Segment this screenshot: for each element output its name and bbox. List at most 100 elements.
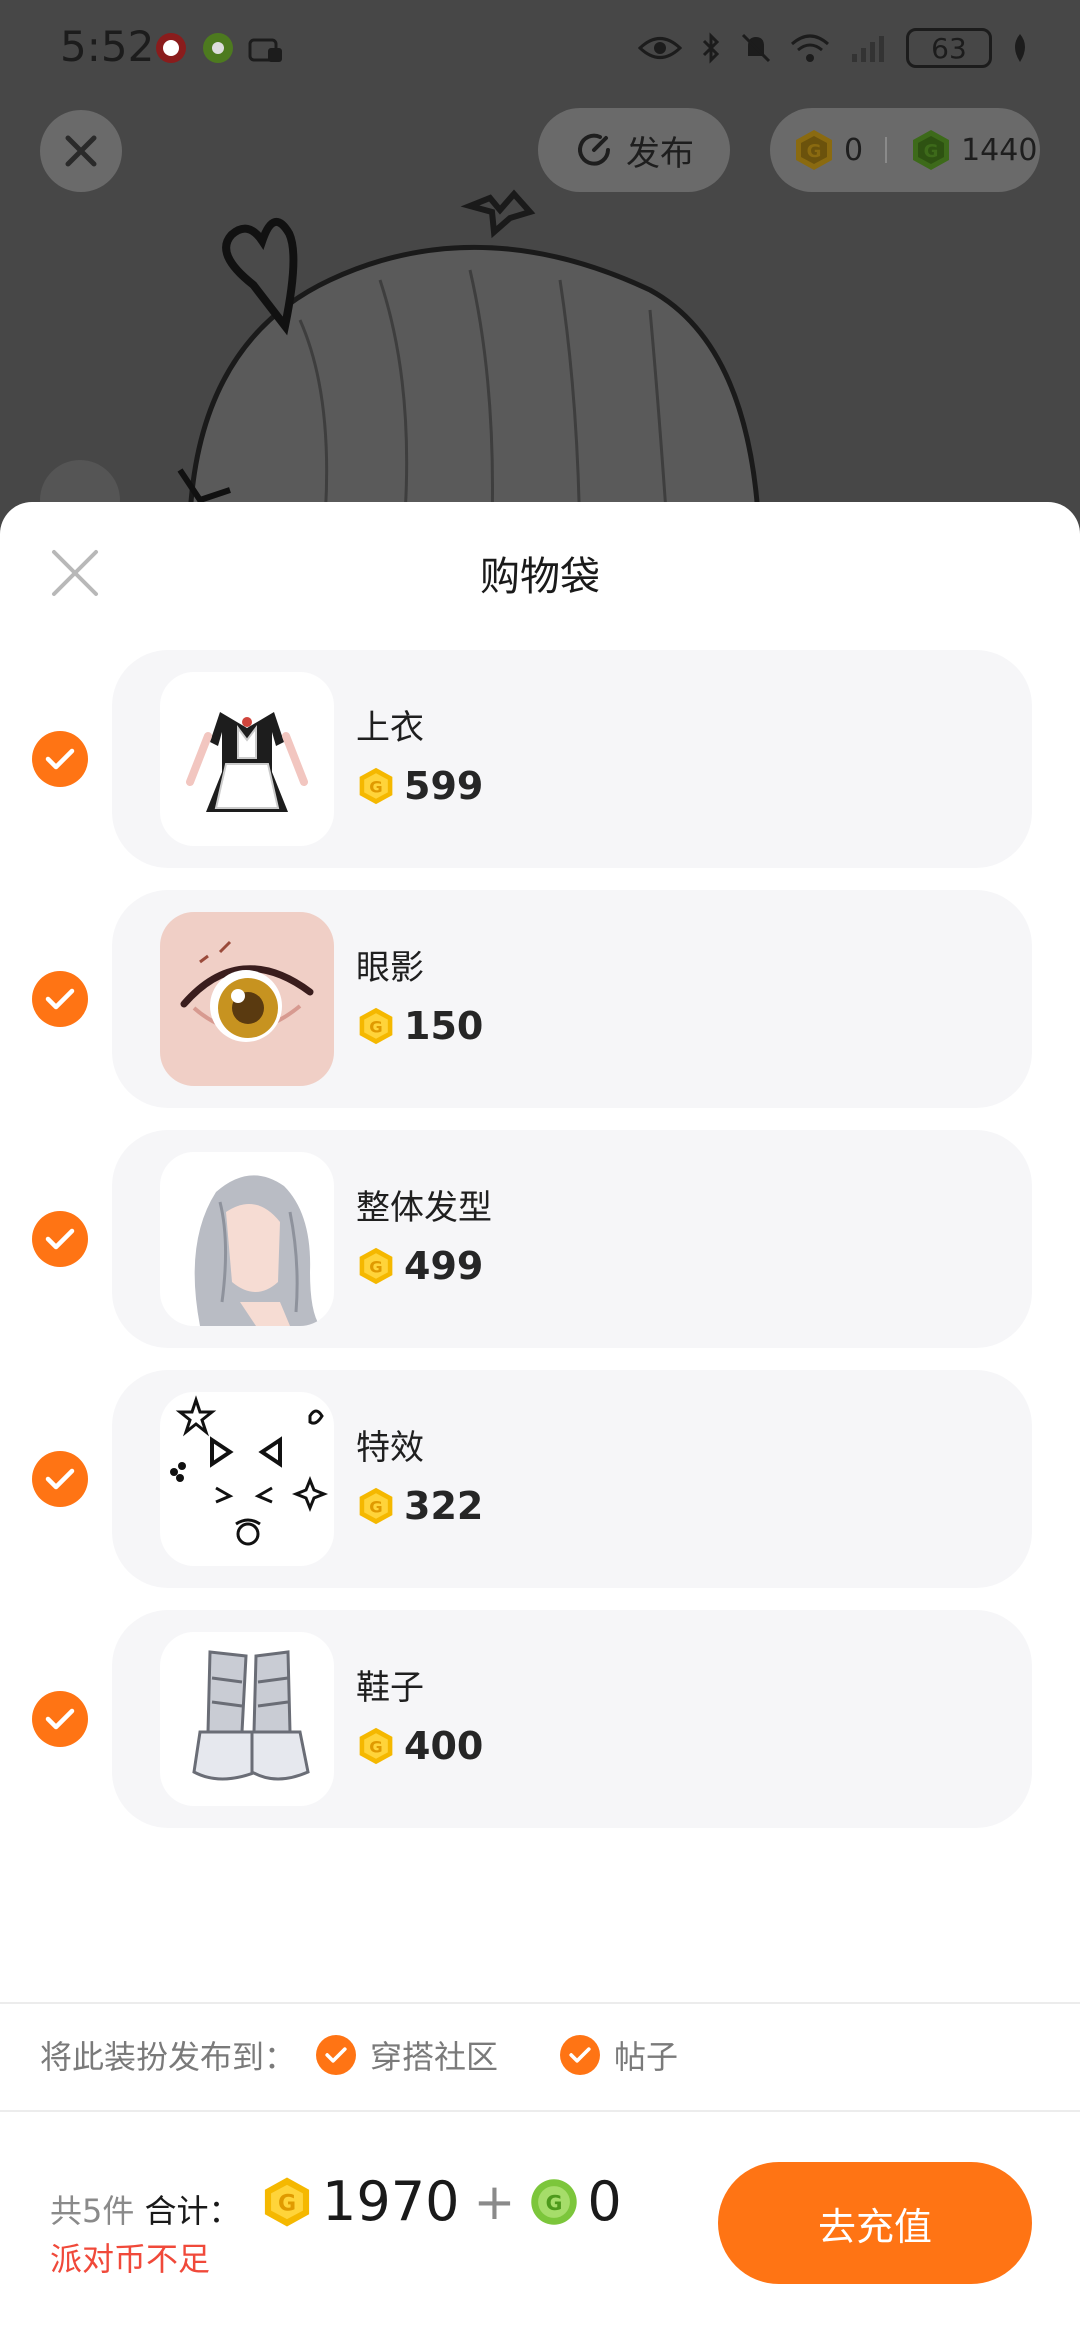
item-checkbox[interactable]: [32, 971, 88, 1027]
svg-text:G: G: [369, 1257, 382, 1276]
app-notification-icon: [156, 33, 186, 63]
wifi-icon: [791, 34, 829, 62]
item-card[interactable]: 整体发型 G 499: [112, 1130, 1032, 1348]
cart-item: 眼影 G 150: [0, 890, 1080, 1108]
gold-coin-icon: G: [359, 767, 393, 805]
publish-option-label: 帖子: [614, 2038, 679, 2076]
mute-bell-icon: [741, 33, 771, 63]
svg-text:G: G: [369, 1017, 382, 1036]
svg-text:G: G: [369, 1737, 382, 1756]
publish-option-community[interactable]: 穿搭社区: [316, 2032, 498, 2078]
svg-text:G: G: [369, 777, 382, 796]
check-icon: [325, 2047, 347, 2063]
hairstyle-icon: [194, 1175, 320, 1326]
close-icon: [65, 135, 97, 167]
signal-icon: [852, 36, 884, 62]
item-price: G 499: [356, 1244, 483, 1288]
green-total: 0: [587, 2170, 622, 2233]
item-price-value: 150: [404, 1004, 484, 1048]
leaf-icon: [1015, 34, 1025, 62]
item-price: G 150: [356, 1004, 483, 1048]
status-bar: 5:52 63: [0, 0, 1080, 100]
check-icon: [569, 2047, 591, 2063]
svg-text:G: G: [807, 141, 822, 162]
bluetooth-icon: [702, 32, 720, 64]
status-time: 5:52: [60, 22, 155, 71]
gold-balance: 0: [844, 132, 864, 168]
publish-to-row: 将此装扮发布到： 穿搭社区 帖子: [40, 2032, 678, 2078]
gold-total: 1970: [322, 2170, 460, 2233]
item-price-value: 400: [404, 1724, 484, 1768]
option-checkbox[interactable]: [316, 2035, 357, 2075]
shoes-icon: [192, 1650, 310, 1781]
check-icon: [45, 1708, 75, 1730]
total-label: 合计：: [144, 2192, 241, 2230]
publish-to-label: 将此装扮发布到：: [40, 2038, 297, 2076]
item-price: G 400: [356, 1724, 483, 1768]
item-price: G 599: [356, 764, 483, 808]
eye-icon: [638, 37, 682, 59]
check-icon: [45, 748, 75, 770]
item-price: G 322: [356, 1484, 483, 1528]
cart-item: 上衣 G 599: [0, 650, 1080, 868]
face-effect-icon: [170, 1395, 329, 1546]
gold-coin-icon: G: [359, 1487, 393, 1525]
item-thumbnail: [160, 1152, 334, 1326]
svg-text:G: G: [278, 2190, 296, 2216]
publish-option-post[interactable]: 帖子: [560, 2032, 678, 2078]
maid-outfit-icon: [186, 712, 308, 812]
divider: [0, 2002, 1080, 2004]
item-checkbox[interactable]: [32, 1691, 88, 1747]
status-icons: 63: [638, 28, 1030, 68]
battery-indicator: 63: [906, 28, 992, 68]
svg-text:G: G: [546, 2190, 563, 2214]
footer-summary: 共5件 合计：: [50, 2186, 241, 2232]
gold-coin-icon: G: [796, 130, 832, 170]
check-icon: [45, 1468, 75, 1490]
check-icon: [45, 988, 75, 1010]
item-thumbnail: [160, 672, 334, 846]
item-card[interactable]: 眼影 G 150: [112, 890, 1032, 1108]
item-card[interactable]: 上衣 G 599: [112, 650, 1032, 868]
background-screen: 5:52 63 发布 G 0 G 1440: [0, 0, 1080, 560]
item-card[interactable]: 特效 G 322: [112, 1370, 1032, 1588]
item-name: 上衣: [356, 708, 424, 748]
item-name: 整体发型: [356, 1188, 492, 1228]
shopping-bag-sheet: 购物袋 上衣 G 599 眼影 G 150 整体发型 G 499 特效 G 32…: [0, 502, 1080, 2340]
balance-divider: [885, 137, 888, 163]
item-name: 眼影: [356, 948, 424, 988]
settings-notification-icon: [203, 33, 233, 63]
item-price-value: 599: [404, 764, 484, 808]
recharge-button[interactable]: 去充值: [718, 2162, 1032, 2284]
briefcase-lock-icon: [248, 38, 282, 62]
gold-coin-icon: G: [359, 1247, 393, 1285]
item-thumbnail: [160, 912, 334, 1086]
svg-text:G: G: [369, 1497, 382, 1516]
item-price-value: 499: [404, 1244, 484, 1288]
publish-label: 发布: [626, 133, 694, 174]
item-checkbox[interactable]: [32, 1211, 88, 1267]
cart-item: 整体发型 G 499: [0, 1130, 1080, 1348]
divider: [0, 2110, 1080, 2112]
item-name: 鞋子: [356, 1668, 424, 1708]
cart-item: 鞋子 G 400: [0, 1610, 1080, 1828]
gold-coin-icon: G: [359, 1007, 393, 1045]
item-checkbox[interactable]: [32, 731, 88, 787]
publish-icon: [578, 133, 610, 166]
item-price-value: 322: [404, 1484, 484, 1528]
item-count: 共5件: [50, 2192, 135, 2230]
item-card[interactable]: 鞋子 G 400: [112, 1610, 1032, 1828]
item-thumbnail: [160, 1632, 334, 1806]
total-amount: G 1970 + G 0: [260, 2170, 622, 2233]
option-checkbox[interactable]: [560, 2035, 601, 2075]
item-name: 特效: [356, 1428, 424, 1468]
item-thumbnail: [160, 1392, 334, 1566]
gold-coin-icon: G: [359, 1727, 393, 1765]
sheet-title: 购物袋: [480, 554, 600, 600]
green-coin-icon: G: [531, 2178, 578, 2225]
svg-text:G: G: [924, 141, 939, 162]
gold-coin-icon: G: [264, 2176, 310, 2227]
item-checkbox[interactable]: [32, 1451, 88, 1507]
plus-sign: +: [473, 2172, 516, 2231]
cart-item: 特效 G 322: [0, 1370, 1080, 1588]
